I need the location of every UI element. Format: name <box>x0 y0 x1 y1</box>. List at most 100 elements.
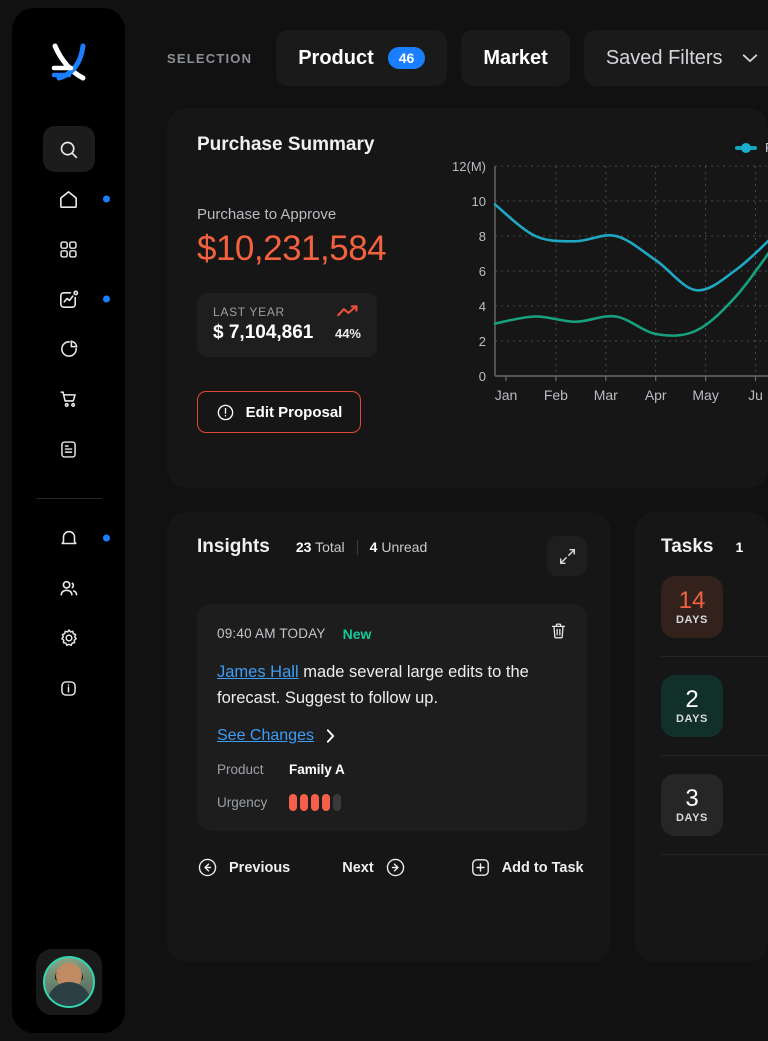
insight-card-header: 09:40 AM TODAY New <box>217 622 567 645</box>
delete-insight-button[interactable] <box>550 622 567 645</box>
sidebar-primary-nav <box>12 126 125 476</box>
last-year-label: LAST YEAR <box>213 304 285 319</box>
brand-logo[interactable] <box>45 38 93 84</box>
task-days-value: 2 <box>685 686 699 714</box>
edit-proposal-button[interactable]: Edit Proposal <box>197 391 361 433</box>
sidebar-item-orders[interactable] <box>43 376 95 422</box>
task-item[interactable]: 3 DAYS <box>661 774 768 836</box>
last-year-card: LAST YEAR $ 7,104,861 44% <box>197 293 377 357</box>
next-label: Next <box>342 859 374 876</box>
add-to-task-button[interactable]: Add to Task <box>470 857 584 878</box>
chevron-right-icon <box>326 729 335 743</box>
previous-label: Previous <box>229 859 291 876</box>
kpi-label: Purchase to Approve <box>197 206 337 223</box>
sidebar-item-settings[interactable] <box>43 615 95 661</box>
chart-y-tick-label: 2 <box>479 334 486 349</box>
sidebar-item-notifications[interactable] <box>43 515 110 561</box>
filter-chip-product[interactable]: Product 46 <box>276 30 448 86</box>
urgency-bar <box>300 794 308 811</box>
insights-total-label: Total <box>315 539 345 555</box>
sidebar-item-analytics[interactable] <box>43 276 110 322</box>
sidebar-item-home[interactable] <box>43 176 110 222</box>
tasks-header: Tasks 1 <box>661 536 768 558</box>
users-icon <box>60 580 78 596</box>
sidebar-item-apps[interactable] <box>43 226 95 272</box>
sidebar-secondary-nav <box>12 515 125 715</box>
purchase-chart: Pu 0 2 4 6 8 10 12(M) Jan Feb Mar Apr May Ju <box>447 134 768 488</box>
insights-header: Insights 23 Total 4 Unread <box>197 536 587 576</box>
insights-unread-label: Unread <box>381 539 428 555</box>
task-days-unit: DAYS <box>676 613 708 626</box>
insight-card[interactable]: 09:40 AM TODAY New James Hall made sever… <box>197 604 587 831</box>
avatar-body <box>46 982 91 1006</box>
previous-button[interactable]: Previous <box>197 857 290 878</box>
selection-label: SELECTION <box>167 50 253 66</box>
task-item[interactable]: 14 DAYS <box>661 576 768 638</box>
sidebar-item-team[interactable] <box>43 565 95 611</box>
home-icon <box>60 190 77 208</box>
insights-counts: 23 Total 4 Unread <box>296 536 427 555</box>
last-year-header: LAST YEAR <box>213 304 361 319</box>
task-days-tile: 3 DAYS <box>661 774 723 836</box>
sidebar <box>12 8 125 1033</box>
next-button[interactable]: Next <box>342 857 405 878</box>
chart-series-line <box>493 203 768 292</box>
last-year-value: $ 7,104,861 <box>213 322 314 343</box>
sidebar-item-documents[interactable] <box>43 426 95 472</box>
grid-icon <box>60 240 77 258</box>
chart-y-tick-label: 0 <box>479 369 486 384</box>
chart-series-line <box>493 251 768 337</box>
last-year-values: $ 7,104,861 44% <box>213 322 361 344</box>
insight-author-link[interactable]: James Hall <box>217 663 299 681</box>
last-year-percent: 44% <box>334 326 361 341</box>
task-days-value: 3 <box>685 785 699 813</box>
legend-swatch-purchase <box>735 142 757 153</box>
kpi-value: $10,231,584 <box>197 229 387 268</box>
sidebar-badge-dot <box>102 295 110 303</box>
task-list: 14 DAYS 2 DAYS 3 DAYS <box>661 576 768 855</box>
urgency-bar <box>333 794 341 811</box>
plus-square-icon <box>471 859 489 876</box>
sidebar-badge-dot <box>102 534 110 542</box>
arrow-left-circle-icon <box>198 858 217 877</box>
sidebar-item-search[interactable] <box>42 126 95 172</box>
add-to-task-label: Add to Task <box>501 859 584 876</box>
saved-filters-dropdown[interactable]: Saved Filters <box>583 30 768 86</box>
task-item[interactable]: 2 DAYS <box>661 675 768 737</box>
chart-x-tick-label: Jan <box>495 387 518 403</box>
sidebar-badge-dot <box>102 195 110 203</box>
sidebar-item-reports[interactable] <box>43 326 95 372</box>
cart-icon <box>59 391 76 408</box>
expand-icon <box>559 548 575 564</box>
urgency-bar <box>322 794 330 811</box>
avatar-image <box>42 956 95 1008</box>
arrow-right-circle-icon <box>386 858 404 877</box>
chart-y-tick-label: 10 <box>472 194 486 209</box>
pie-chart-icon <box>60 340 78 357</box>
task-days-tile: 14 DAYS <box>661 576 723 638</box>
saved-filters-label: Saved Filters <box>605 46 723 69</box>
insights-panel: Insights 23 Total 4 Unread 09:40 AM TODA… <box>167 512 611 962</box>
insight-body: James Hall made several large edits to t… <box>217 659 567 711</box>
see-changes-link[interactable]: See Changes <box>217 727 567 745</box>
sidebar-item-help[interactable] <box>43 665 95 711</box>
expand-insights-button[interactable] <box>547 536 587 576</box>
trend-up-icon <box>337 305 358 317</box>
alert-circle-icon <box>217 404 233 420</box>
trash-icon <box>551 623 566 639</box>
insight-product-key: Product <box>217 762 264 777</box>
task-separator <box>661 755 768 756</box>
chart-y-tick-label: 4 <box>479 299 486 314</box>
tasks-count: 1 <box>735 539 744 555</box>
see-changes-label: See Changes <box>217 727 314 744</box>
product-count-badge: 46 <box>387 47 426 69</box>
urgency-meter <box>289 794 341 811</box>
task-days-tile: 2 DAYS <box>661 675 723 737</box>
user-avatar[interactable] <box>35 949 102 1015</box>
status-badge: New <box>342 625 372 642</box>
task-separator <box>661 854 768 855</box>
chart-x-tick-label: Feb <box>544 387 568 403</box>
filter-chip-market[interactable]: Market <box>461 30 570 86</box>
insight-timestamp: 09:40 AM TODAY <box>217 626 326 641</box>
task-separator <box>661 656 768 657</box>
